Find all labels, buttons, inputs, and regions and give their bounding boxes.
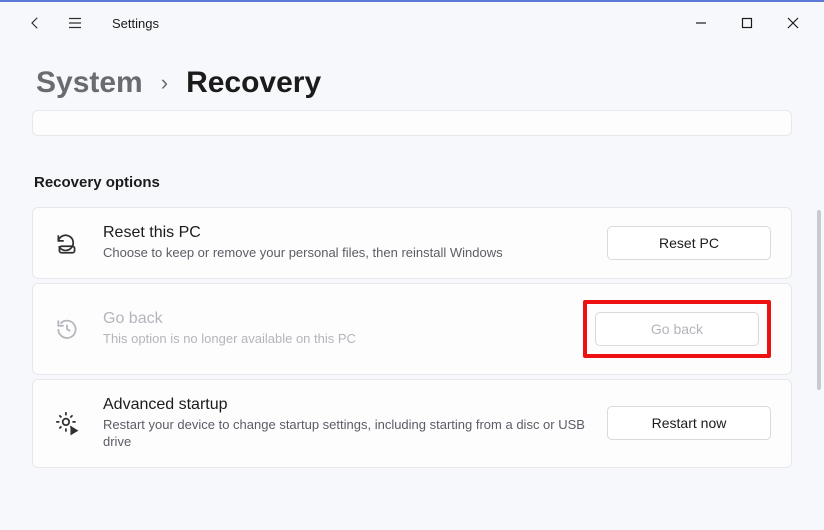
partial-card-top xyxy=(32,110,792,136)
go-back-desc: This option is no longer available on th… xyxy=(103,330,561,348)
app-title: Settings xyxy=(112,16,159,31)
annotation-highlight: Go back xyxy=(583,300,771,358)
page-title: Recovery xyxy=(186,66,321,100)
reset-pc-card: Reset this PC Choose to keep or remove y… xyxy=(32,207,792,279)
gear-play-icon xyxy=(53,409,81,437)
go-back-card: Go back This option is no longer availab… xyxy=(32,283,792,375)
menu-icon[interactable] xyxy=(66,14,84,32)
advanced-startup-desc: Restart your device to change startup se… xyxy=(103,416,585,451)
advanced-startup-card: Advanced startup Restart your device to … xyxy=(32,379,792,468)
restart-now-button[interactable]: Restart now xyxy=(607,406,771,440)
reset-desc: Choose to keep or remove your personal f… xyxy=(103,244,585,262)
reset-title: Reset this PC xyxy=(103,224,585,242)
breadcrumb: System › Recovery xyxy=(0,46,824,110)
go-back-button: Go back xyxy=(595,312,759,346)
advanced-startup-title: Advanced startup xyxy=(103,396,585,414)
history-icon xyxy=(53,315,81,343)
content-area: Recovery options Reset this PC Choose to… xyxy=(0,110,824,530)
minimize-button[interactable] xyxy=(678,7,724,39)
maximize-button[interactable] xyxy=(724,7,770,39)
accent-top-line xyxy=(0,0,824,2)
reset-pc-button[interactable]: Reset PC xyxy=(607,226,771,260)
back-icon[interactable] xyxy=(26,14,44,32)
close-button[interactable] xyxy=(770,7,816,39)
titlebar: Settings xyxy=(0,0,824,46)
reset-icon xyxy=(53,229,81,257)
scrollbar-thumb[interactable] xyxy=(817,210,821,390)
section-title: Recovery options xyxy=(34,174,792,191)
chevron-right-icon: › xyxy=(161,70,168,96)
breadcrumb-parent[interactable]: System xyxy=(36,66,143,100)
go-back-title: Go back xyxy=(103,310,561,328)
